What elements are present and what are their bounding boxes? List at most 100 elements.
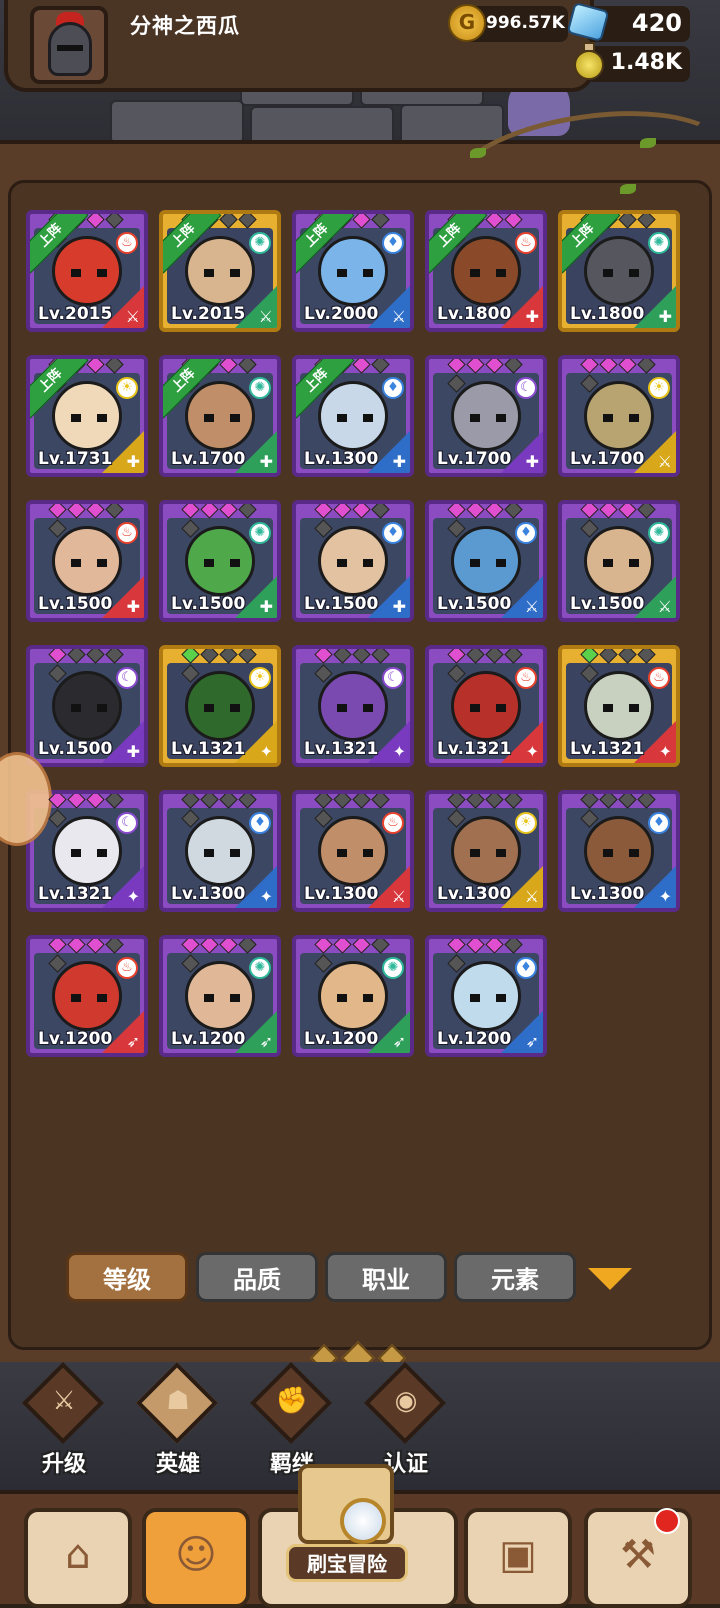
backpack-icon: ▣ [499, 1532, 537, 1578]
hero-level: Lv.1200 [437, 1029, 512, 1049]
hero-level: Lv.1300 [437, 884, 512, 904]
hero-level: Lv.1321 [437, 739, 512, 759]
hero-level: Lv.1321 [570, 739, 645, 759]
tab-level[interactable]: 等级 [66, 1252, 188, 1302]
hero-card[interactable]: ✺ ⚔ Lv.1500 [558, 500, 680, 622]
player-name: 分神之西瓜 [130, 14, 240, 38]
hero-card[interactable]: ♨ ⚔ Lv.1300 [292, 790, 414, 912]
water-element-icon: ♦ [382, 377, 404, 399]
water-element-icon: ♦ [515, 522, 537, 544]
hero-card[interactable]: ♨ ✦ Lv.1321 [425, 645, 547, 767]
hero-level: Lv.2000 [304, 304, 379, 324]
tab-quality[interactable]: 品质 [196, 1252, 318, 1302]
hero-card[interactable]: ♨ ⚔ Lv.2015 上阵 [26, 210, 148, 332]
nav-upgrade-label: 升级 [41, 1452, 86, 1477]
hero-card[interactable]: ✺ ✚ Lv.1700 上阵 [159, 355, 281, 477]
hero-card[interactable]: ✺ ✚ Lv.1800 上阵 [558, 210, 680, 332]
nav-heroes[interactable]: ☗ 英雄 [130, 1361, 226, 1480]
fist-icon: ✊ [275, 1386, 309, 1416]
hero-stars [48, 649, 128, 683]
hero-card[interactable]: ☾ ✦ Lv.1321 [292, 645, 414, 767]
hero-card[interactable]: ♨ ➶ Lv.1200 [26, 935, 148, 1057]
hero-card[interactable]: ♨ ✚ Lv.1500 [26, 500, 148, 622]
wind-element-icon: ✺ [249, 522, 271, 544]
shop-button[interactable]: ⌂ [24, 1508, 132, 1608]
dark-element-icon: ☾ [515, 377, 537, 399]
hero-card[interactable]: ♦ ➶ Lv.1200 [425, 935, 547, 1057]
potion-counter[interactable]: 1.48K [574, 42, 690, 82]
hero-card[interactable]: ♦ ✦ Lv.1300 [558, 790, 680, 912]
hero-card[interactable]: ☀ ⚔ Lv.1700 [558, 355, 680, 477]
hero-stars [314, 794, 394, 828]
gem-value: 420 [631, 9, 682, 37]
hero-stars [314, 939, 394, 973]
hero-level: Lv.1700 [437, 449, 512, 469]
hero-stars [447, 359, 527, 393]
hero-level: Lv.1731 [38, 449, 113, 469]
water-element-icon: ♦ [648, 812, 670, 834]
hero-level: Lv.1321 [38, 884, 113, 904]
hero-level: Lv.1800 [570, 304, 645, 324]
tab-class[interactable]: 职业 [325, 1252, 447, 1302]
gem-counter[interactable]: 420 [566, 1, 690, 43]
hero-level: Lv.1200 [304, 1029, 379, 1049]
hero-stars [314, 649, 394, 683]
hero-level: Lv.1321 [171, 739, 246, 759]
hero-icon: ☗ [166, 1386, 190, 1416]
hero-stars [447, 939, 527, 973]
tab-element[interactable]: 元素 [454, 1252, 576, 1302]
hero-card[interactable]: ✺ ✚ Lv.1500 [159, 500, 281, 622]
backpack-button[interactable]: ▣ [464, 1508, 572, 1608]
hero-portrait-icon: ☺ [175, 1532, 217, 1578]
hero-level: Lv.1200 [171, 1029, 246, 1049]
hero-card[interactable]: ♦ ✚ Lv.1500 [292, 500, 414, 622]
gold-coin-icon: G [448, 4, 486, 42]
hero-stars [48, 794, 128, 828]
fire-element-icon: ♨ [116, 232, 138, 254]
hero-card[interactable]: ☾ ✚ Lv.1500 [26, 645, 148, 767]
hero-card[interactable]: ✺ ⚔ Lv.2015 上阵 [159, 210, 281, 332]
potion-value: 1.48K [610, 50, 682, 75]
hero-level: Lv.2015 [171, 304, 246, 324]
hero-card[interactable]: ☀ ⚔ Lv.1300 [425, 790, 547, 912]
heroes-button[interactable]: ☺ [142, 1508, 250, 1608]
hero-level: Lv.1500 [38, 594, 113, 614]
eye-icon: ◉ [394, 1386, 418, 1416]
hero-card[interactable]: ☀ ✦ Lv.1321 [159, 645, 281, 767]
hero-card[interactable]: ♦ ⚔ Lv.2000 上阵 [292, 210, 414, 332]
knight-helmet-icon [48, 22, 92, 76]
hero-level: Lv.1500 [304, 594, 379, 614]
chevron-down-icon[interactable] [588, 1268, 632, 1290]
hero-card[interactable]: ☾ ✚ Lv.1700 [425, 355, 547, 477]
hero-stars [580, 794, 660, 828]
water-element-icon: ♦ [515, 957, 537, 979]
dark-element-icon: ☾ [116, 812, 138, 834]
bottom-navigation: ⌂ ☺ 刷宝冒险 ▣ ⚒ [0, 1464, 720, 1608]
hero-card[interactable]: ✺ ➶ Lv.1200 [159, 935, 281, 1057]
forge-button[interactable]: ⚒ [584, 1508, 692, 1608]
hero-card[interactable]: ♦ ✚ Lv.1300 上阵 [292, 355, 414, 477]
hero-level: Lv.1500 [437, 594, 512, 614]
hero-level: Lv.1300 [304, 449, 379, 469]
hero-card[interactable]: ♦ ✦ Lv.1300 [159, 790, 281, 912]
hero-card[interactable]: ♨ ✦ Lv.1321 [558, 645, 680, 767]
hero-stars [447, 504, 527, 538]
hero-level: Lv.1300 [570, 884, 645, 904]
gold-counter[interactable]: G 996.57K [448, 4, 568, 42]
hero-card[interactable]: ☀ ✚ Lv.1731 上阵 [26, 355, 148, 477]
adventure-button[interactable]: 刷宝冒险 [280, 1464, 414, 1604]
nav-upgrade[interactable]: ⚔ 升级 [16, 1361, 112, 1480]
fire-element-icon: ♨ [648, 667, 670, 689]
hero-level: Lv.1500 [171, 594, 246, 614]
hero-card[interactable]: ♨ ✚ Lv.1800 上阵 [425, 210, 547, 332]
wind-element-icon: ✺ [249, 957, 271, 979]
hero-level: Lv.1700 [171, 449, 246, 469]
hero-card[interactable]: ♦ ⚔ Lv.1500 [425, 500, 547, 622]
hero-stars [447, 794, 527, 828]
dark-element-icon: ☾ [116, 667, 138, 689]
player-avatar[interactable] [30, 6, 108, 84]
hero-card[interactable]: ✺ ➶ Lv.1200 [292, 935, 414, 1057]
sword-icon: ⚔ [52, 1386, 76, 1416]
fire-element-icon: ♨ [515, 667, 537, 689]
hero-stars [314, 504, 394, 538]
